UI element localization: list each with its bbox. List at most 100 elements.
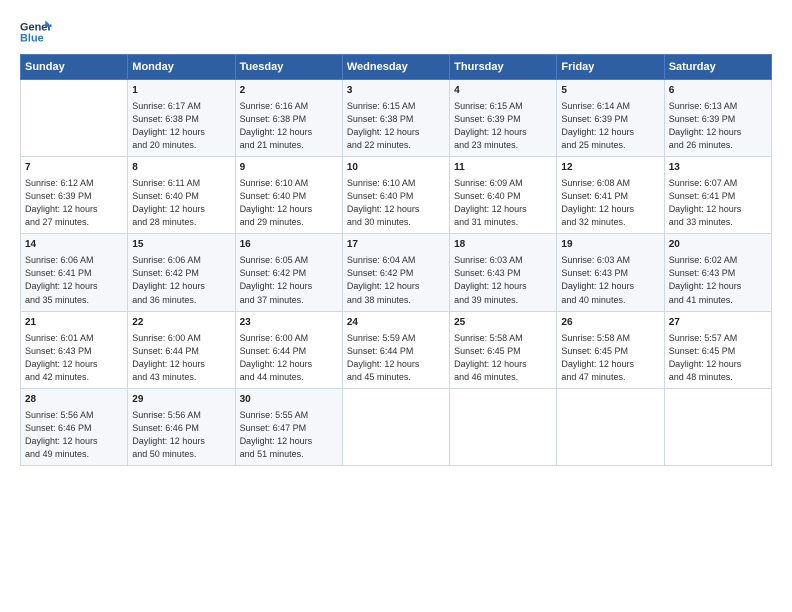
day-number: 27 (669, 316, 767, 330)
day-number: 4 (454, 84, 552, 98)
day-number: 8 (132, 161, 230, 175)
calendar-cell: 21 Sunrise: 6:01 AM Sunset: 6:43 PM Dayli… (21, 311, 128, 388)
day-number: 26 (561, 316, 659, 330)
cell-info: Sunrise: 5:56 AM Sunset: 6:46 PM Dayligh… (25, 409, 123, 461)
day-number: 10 (347, 161, 445, 175)
cell-info: Sunrise: 6:11 AM Sunset: 6:40 PM Dayligh… (132, 177, 230, 229)
calendar-table: SundayMondayTuesdayWednesdayThursdayFrid… (20, 54, 772, 466)
calendar-cell: 16 Sunrise: 6:05 AM Sunset: 6:42 PM Dayli… (235, 234, 342, 311)
day-number: 19 (561, 238, 659, 252)
cell-info: Sunrise: 5:55 AM Sunset: 6:47 PM Dayligh… (240, 409, 338, 461)
day-number: 16 (240, 238, 338, 252)
weekday-header-friday: Friday (557, 55, 664, 80)
calendar-cell: 20 Sunrise: 6:02 AM Sunset: 6:43 PM Dayli… (664, 234, 771, 311)
day-number: 12 (561, 161, 659, 175)
day-number: 13 (669, 161, 767, 175)
day-number: 14 (25, 238, 123, 252)
calendar-cell: 6 Sunrise: 6:13 AM Sunset: 6:39 PM Daylig… (664, 80, 771, 157)
cell-info: Sunrise: 5:59 AM Sunset: 6:44 PM Dayligh… (347, 332, 445, 384)
day-number: 6 (669, 84, 767, 98)
day-number: 11 (454, 161, 552, 175)
calendar-cell: 17Sunrise: 6:04 AM Sunset: 6:42 PM Dayli… (342, 234, 449, 311)
calendar-cell: 3 Sunrise: 6:15 AM Sunset: 6:38 PM Daylig… (342, 80, 449, 157)
day-number: 30 (240, 393, 338, 407)
day-number: 22 (132, 316, 230, 330)
cell-info: Sunrise: 6:10 AM Sunset: 6:40 PM Dayligh… (347, 177, 445, 229)
calendar-cell (664, 388, 771, 465)
cell-info: Sunrise: 6:16 AM Sunset: 6:38 PM Dayligh… (240, 100, 338, 152)
cell-info: Sunrise: 6:15 AM Sunset: 6:39 PM Dayligh… (454, 100, 552, 152)
weekday-header-thursday: Thursday (450, 55, 557, 80)
calendar-cell (450, 388, 557, 465)
calendar-cell: 2 Sunrise: 6:16 AM Sunset: 6:38 PM Daylig… (235, 80, 342, 157)
day-number: 23 (240, 316, 338, 330)
calendar-cell: 5Sunrise: 6:14 AM Sunset: 6:39 PM Daylig… (557, 80, 664, 157)
day-number: 9 (240, 161, 338, 175)
cell-info: Sunrise: 5:56 AM Sunset: 6:46 PM Dayligh… (132, 409, 230, 461)
calendar-cell: 24 Sunrise: 5:59 AM Sunset: 6:44 PM Dayli… (342, 311, 449, 388)
calendar-cell: 19Sunrise: 6:03 AM Sunset: 6:43 PM Dayli… (557, 234, 664, 311)
week-row-4: 21 Sunrise: 6:01 AM Sunset: 6:43 PM Dayli… (21, 311, 772, 388)
calendar-cell: 27 Sunrise: 5:57 AM Sunset: 6:45 PM Dayli… (664, 311, 771, 388)
calendar-cell: 10 Sunrise: 6:10 AM Sunset: 6:40 PM Dayli… (342, 157, 449, 234)
cell-info: Sunrise: 6:02 AM Sunset: 6:43 PM Dayligh… (669, 254, 767, 306)
calendar-cell: 22 Sunrise: 6:00 AM Sunset: 6:44 PM Dayli… (128, 311, 235, 388)
cell-info: Sunrise: 6:17 AM Sunset: 6:38 PM Dayligh… (132, 100, 230, 152)
cell-info: Sunrise: 5:57 AM Sunset: 6:45 PM Dayligh… (669, 332, 767, 384)
cell-info: Sunrise: 6:15 AM Sunset: 6:38 PM Dayligh… (347, 100, 445, 152)
calendar-cell: 26Sunrise: 5:58 AM Sunset: 6:45 PM Dayli… (557, 311, 664, 388)
cell-info: Sunrise: 5:58 AM Sunset: 6:45 PM Dayligh… (454, 332, 552, 384)
calendar-cell (21, 80, 128, 157)
calendar-cell: 7Sunrise: 6:12 AM Sunset: 6:39 PM Daylig… (21, 157, 128, 234)
cell-info: Sunrise: 6:05 AM Sunset: 6:42 PM Dayligh… (240, 254, 338, 306)
day-number: 15 (132, 238, 230, 252)
calendar-cell: 4 Sunrise: 6:15 AM Sunset: 6:39 PM Daylig… (450, 80, 557, 157)
calendar-cell (557, 388, 664, 465)
day-number: 20 (669, 238, 767, 252)
header-row: SundayMondayTuesdayWednesdayThursdayFrid… (21, 55, 772, 80)
day-number: 29 (132, 393, 230, 407)
cell-info: Sunrise: 6:00 AM Sunset: 6:44 PM Dayligh… (240, 332, 338, 384)
week-row-1: 1Sunrise: 6:17 AM Sunset: 6:38 PM Daylig… (21, 80, 772, 157)
calendar-cell (342, 388, 449, 465)
cell-info: Sunrise: 6:09 AM Sunset: 6:40 PM Dayligh… (454, 177, 552, 229)
cell-info: Sunrise: 6:08 AM Sunset: 6:41 PM Dayligh… (561, 177, 659, 229)
calendar-cell: 8 Sunrise: 6:11 AM Sunset: 6:40 PM Daylig… (128, 157, 235, 234)
calendar-cell: 12 Sunrise: 6:08 AM Sunset: 6:41 PM Dayli… (557, 157, 664, 234)
day-number: 2 (240, 84, 338, 98)
calendar-cell: 28 Sunrise: 5:56 AM Sunset: 6:46 PM Dayli… (21, 388, 128, 465)
day-number: 3 (347, 84, 445, 98)
weekday-header-wednesday: Wednesday (342, 55, 449, 80)
calendar-cell: 25Sunrise: 5:58 AM Sunset: 6:45 PM Dayli… (450, 311, 557, 388)
weekday-header-monday: Monday (128, 55, 235, 80)
svg-text:Blue: Blue (20, 32, 44, 44)
cell-info: Sunrise: 6:00 AM Sunset: 6:44 PM Dayligh… (132, 332, 230, 384)
logo: General Blue (20, 18, 52, 46)
calendar-cell: 30 Sunrise: 5:55 AM Sunset: 6:47 PM Dayli… (235, 388, 342, 465)
week-row-5: 28 Sunrise: 5:56 AM Sunset: 6:46 PM Dayli… (21, 388, 772, 465)
weekday-header-tuesday: Tuesday (235, 55, 342, 80)
calendar-cell: 1Sunrise: 6:17 AM Sunset: 6:38 PM Daylig… (128, 80, 235, 157)
cell-info: Sunrise: 6:13 AM Sunset: 6:39 PM Dayligh… (669, 100, 767, 152)
week-row-3: 14 Sunrise: 6:06 AM Sunset: 6:41 PM Dayli… (21, 234, 772, 311)
cell-info: Sunrise: 6:07 AM Sunset: 6:41 PM Dayligh… (669, 177, 767, 229)
day-number: 24 (347, 316, 445, 330)
week-row-2: 7Sunrise: 6:12 AM Sunset: 6:39 PM Daylig… (21, 157, 772, 234)
weekday-header-sunday: Sunday (21, 55, 128, 80)
cell-info: Sunrise: 6:06 AM Sunset: 6:41 PM Dayligh… (25, 254, 123, 306)
day-number: 7 (25, 161, 123, 175)
calendar-cell: 14 Sunrise: 6:06 AM Sunset: 6:41 PM Dayli… (21, 234, 128, 311)
weekday-header-saturday: Saturday (664, 55, 771, 80)
cell-info: Sunrise: 6:01 AM Sunset: 6:43 PM Dayligh… (25, 332, 123, 384)
day-number: 21 (25, 316, 123, 330)
day-number: 28 (25, 393, 123, 407)
cell-info: Sunrise: 6:14 AM Sunset: 6:39 PM Dayligh… (561, 100, 659, 152)
calendar-cell: 9 Sunrise: 6:10 AM Sunset: 6:40 PM Daylig… (235, 157, 342, 234)
calendar-cell: 11 Sunrise: 6:09 AM Sunset: 6:40 PM Dayli… (450, 157, 557, 234)
generalblue-logo-icon: General Blue (20, 18, 52, 46)
day-number: 18 (454, 238, 552, 252)
calendar-cell: 13 Sunrise: 6:07 AM Sunset: 6:41 PM Dayli… (664, 157, 771, 234)
cell-info: Sunrise: 6:04 AM Sunset: 6:42 PM Dayligh… (347, 254, 445, 306)
cell-info: Sunrise: 6:10 AM Sunset: 6:40 PM Dayligh… (240, 177, 338, 229)
cell-info: Sunrise: 6:03 AM Sunset: 6:43 PM Dayligh… (454, 254, 552, 306)
